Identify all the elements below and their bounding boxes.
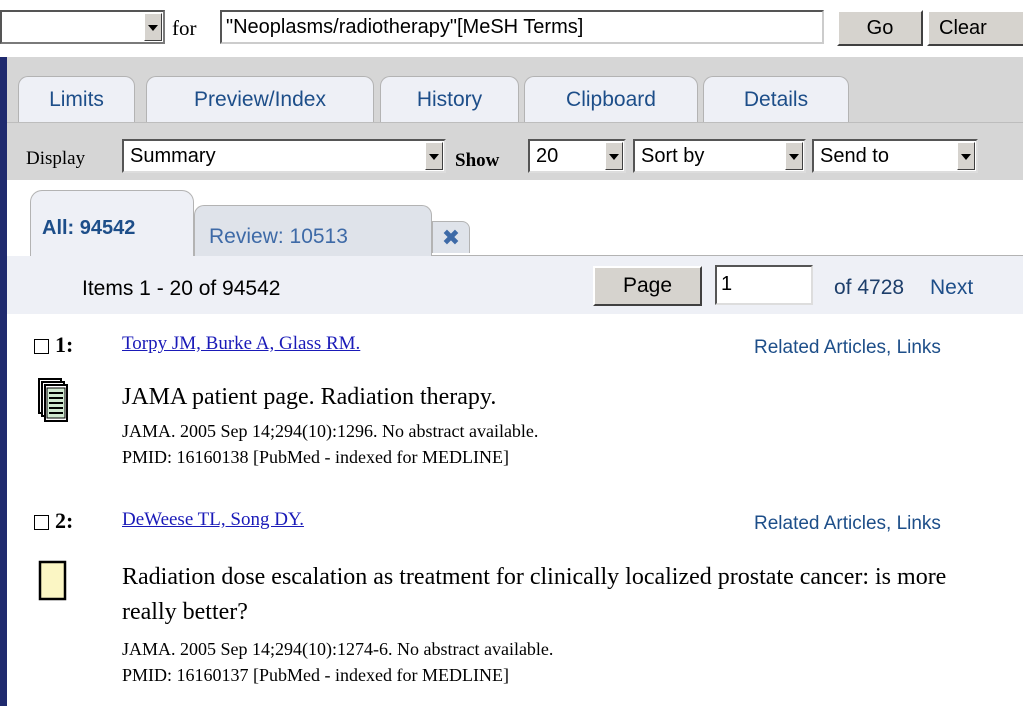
chevron-down-icon[interactable] — [785, 142, 803, 170]
related-articles-link[interactable]: Related Articles, Links — [754, 513, 941, 535]
result-checkbox[interactable] — [34, 339, 49, 354]
display-select-value: Summary — [130, 145, 216, 167]
show-select[interactable]: 20 — [528, 139, 626, 173]
for-label: for — [172, 16, 197, 40]
sort-select[interactable]: Sort by — [633, 139, 806, 173]
page-input[interactable]: 1 — [715, 265, 813, 305]
tab-limits[interactable]: Limits — [18, 76, 135, 122]
result-number: 2: — [55, 508, 74, 533]
tab-preview-index[interactable]: Preview/Index — [146, 76, 374, 122]
tab-clipboard[interactable]: Clipboard — [524, 76, 698, 122]
result-number: 1: — [55, 332, 74, 357]
result-authors-link[interactable]: Torpy JM, Burke A, Glass RM. — [122, 333, 360, 355]
chevron-down-icon[interactable] — [957, 142, 975, 170]
show-label: Show — [455, 150, 500, 171]
send-to-select-value: Send to — [820, 145, 889, 167]
search-input[interactable]: "Neoplasms/radiotherapy"[MeSH Terms] — [220, 10, 824, 44]
database-select[interactable] — [0, 10, 165, 44]
result-title: JAMA patient page. Radiation therapy. — [122, 384, 497, 410]
page-total: of 4728 — [834, 276, 905, 299]
show-select-value: 20 — [536, 145, 559, 167]
result-title: Radiation dose escalation as treatment f… — [122, 564, 947, 625]
chevron-down-icon[interactable] — [144, 13, 162, 41]
chevron-down-icon[interactable] — [425, 142, 443, 170]
left-border — [0, 57, 7, 706]
result-checkbox[interactable] — [34, 515, 49, 530]
multi-page-document-icon[interactable] — [38, 378, 70, 424]
result-citation: JAMA. 2005 Sep 14;294(10):1296. No abstr… — [122, 421, 539, 441]
related-articles-link[interactable]: Related Articles, Links — [754, 337, 941, 359]
chevron-down-icon[interactable] — [605, 142, 623, 170]
go-button[interactable]: Go — [837, 10, 923, 46]
blank-document-icon[interactable] — [38, 560, 68, 602]
sort-select-value: Sort by — [641, 145, 705, 167]
tab-details[interactable]: Details — [703, 76, 849, 122]
tools-icon[interactable]: ✖ — [432, 221, 470, 253]
display-label: Display — [26, 148, 86, 169]
result-pmid: PMID: 16160138 [PubMed - indexed for MED… — [122, 447, 509, 467]
next-link[interactable]: Next — [930, 276, 973, 300]
clear-button[interactable]: Clear — [927, 10, 1023, 46]
tab-all-results[interactable]: All: 94542 — [30, 190, 194, 256]
tab-history[interactable]: History — [380, 76, 519, 122]
items-count: Items 1 - 20 of 94542 — [82, 277, 281, 300]
display-select[interactable]: Summary — [122, 139, 446, 173]
result-citation: JAMA. 2005 Sep 14;294(10):1274-6. No abs… — [122, 639, 554, 659]
send-to-select[interactable]: Send to — [812, 139, 978, 173]
tab-review-results[interactable]: Review: 10513 — [194, 205, 432, 256]
result-authors-link[interactable]: DeWeese TL, Song DY. — [122, 509, 304, 531]
page-button[interactable]: Page — [593, 266, 702, 306]
result-pmid: PMID: 16160137 [PubMed - indexed for MED… — [122, 665, 509, 685]
